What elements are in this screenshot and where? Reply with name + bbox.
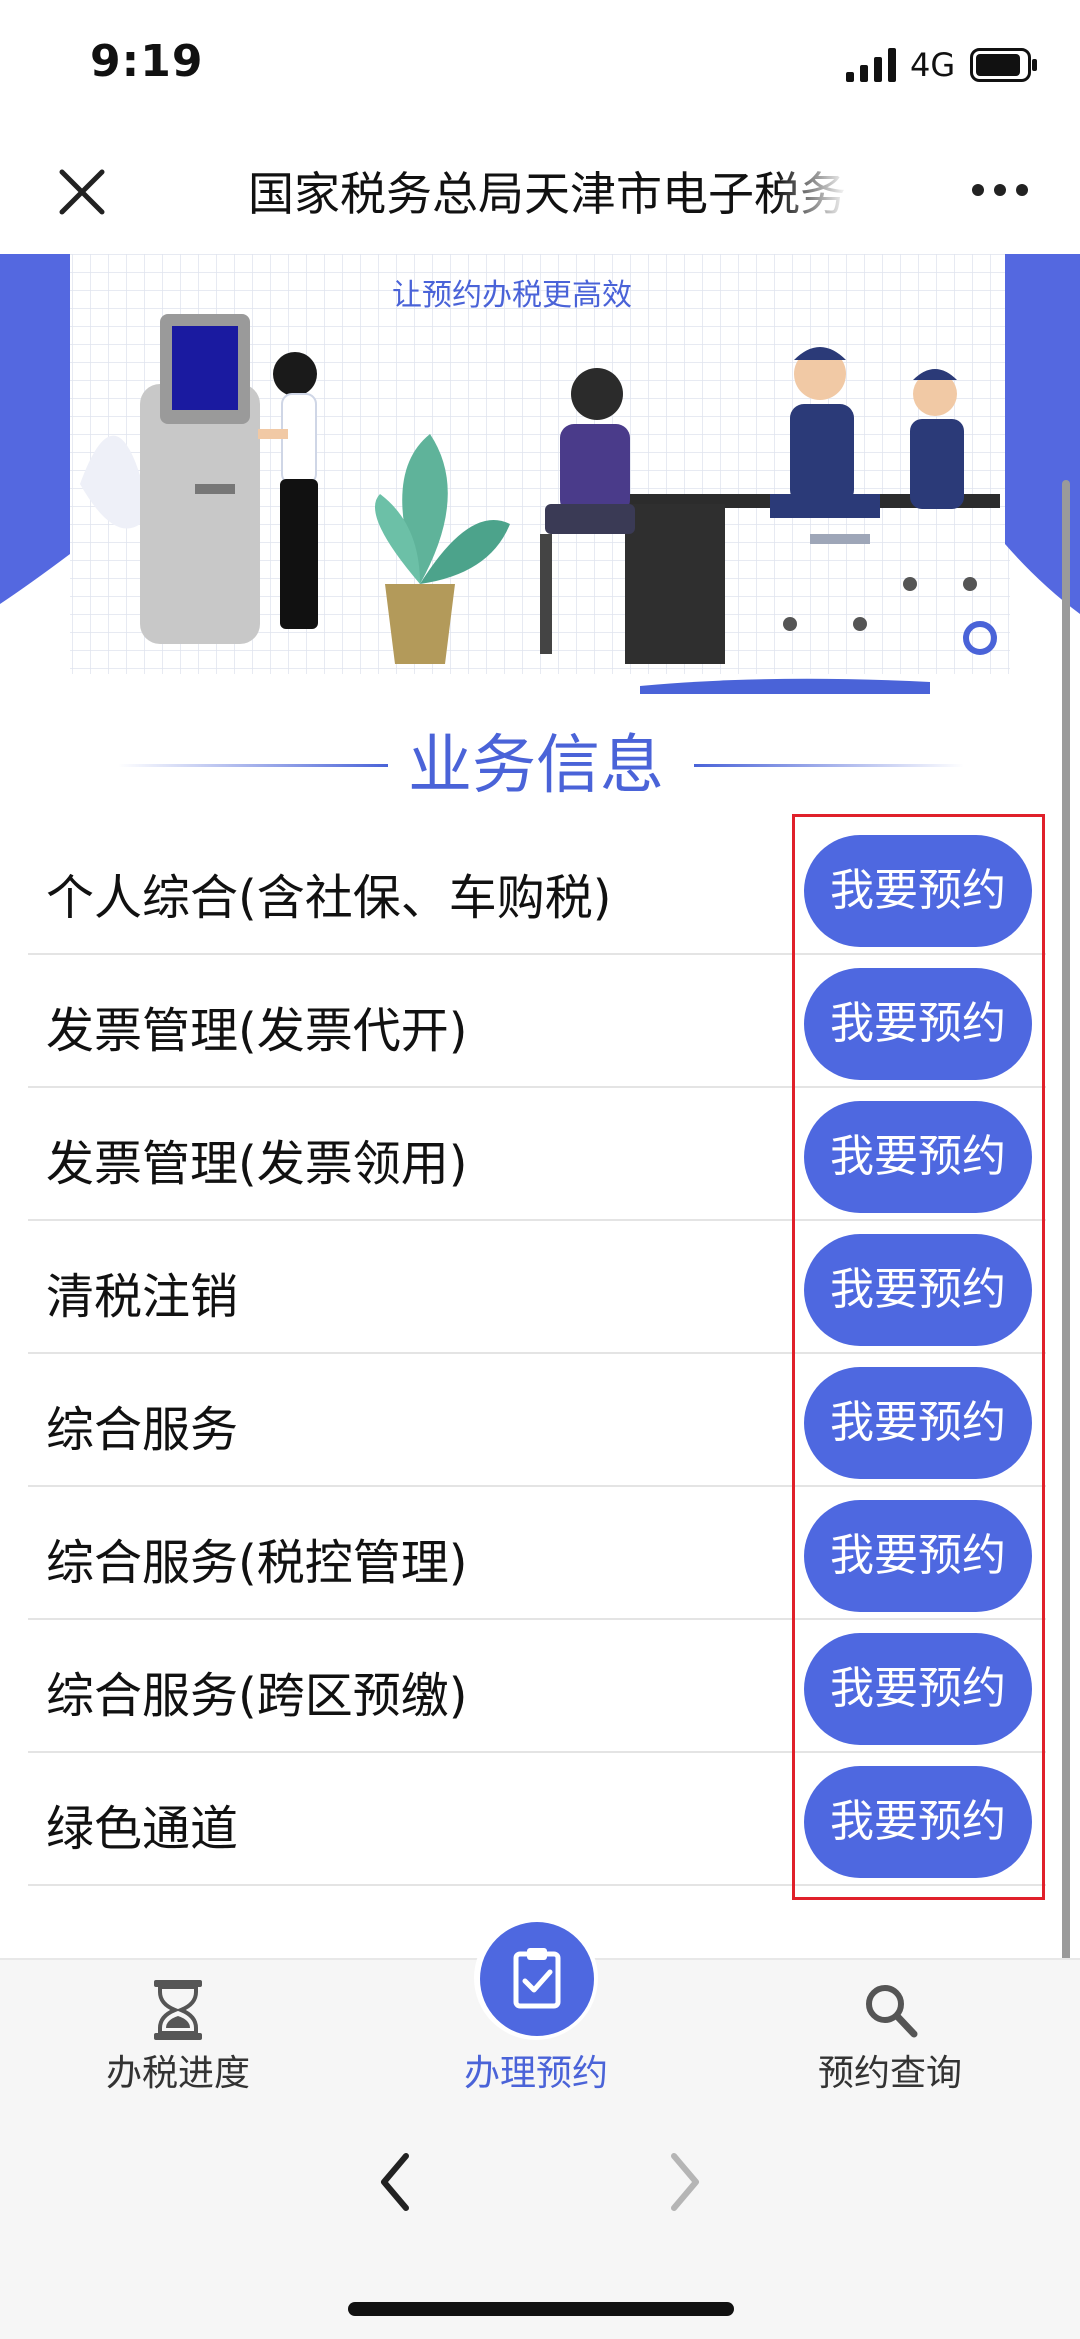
- more-icon[interactable]: [970, 178, 1030, 202]
- close-icon[interactable]: [52, 162, 112, 222]
- service-label: 综合服务(税控管理): [46, 1535, 468, 1591]
- battery-icon: [970, 48, 1037, 82]
- service-label: 绿色通道: [46, 1801, 239, 1857]
- network-type: 4G: [910, 46, 956, 84]
- heading-divider-right: [694, 764, 964, 767]
- banner-caption: 让预约办税更高效: [392, 278, 632, 313]
- hourglass-icon: [154, 1980, 202, 2040]
- title-bar: 国家税务总局天津市电子税务局: [0, 130, 1080, 254]
- service-label: 清税注销: [46, 1269, 239, 1325]
- signal-icon: [846, 48, 896, 82]
- back-arrow-icon[interactable]: [370, 2142, 420, 2222]
- forward-arrow-icon[interactable]: [660, 2142, 710, 2222]
- section-title: 业务信息: [408, 729, 664, 803]
- banner-illustration: [0, 254, 1080, 694]
- page-title: 国家税务总局天津市电子税务局: [248, 167, 848, 221]
- tab-query[interactable]: 预约查询: [770, 1960, 1010, 2102]
- tab-progress[interactable]: 办税进度: [58, 1960, 298, 2102]
- search-icon: [866, 1985, 918, 2038]
- scrollbar[interactable]: [1062, 480, 1070, 2092]
- tab-label: 办税进度: [105, 2053, 250, 2094]
- highlight-box: [792, 814, 1045, 1900]
- service-label: 综合服务: [46, 1402, 239, 1458]
- tab-label: 预约查询: [817, 2053, 962, 2094]
- browser-toolbar: [0, 2100, 1080, 2339]
- section-heading: 业务信息: [0, 704, 1080, 804]
- status-time: 9:19: [90, 36, 204, 87]
- service-label: 综合服务(跨区预缴): [46, 1668, 468, 1724]
- clipboard-check-icon: [513, 1948, 561, 2009]
- service-label: 发票管理(发票领用): [46, 1136, 468, 1192]
- tab-label: 办理预约: [463, 2053, 608, 2094]
- center-tab-button[interactable]: [480, 1922, 594, 2036]
- home-indicator: [348, 2302, 734, 2316]
- status-bar: 9:19 4G: [0, 0, 1080, 130]
- service-label: 发票管理(发票代开): [46, 1003, 468, 1059]
- service-label: 个人综合(含社保、车购税): [46, 870, 612, 926]
- banner: 让预约办税更高效: [0, 254, 1080, 694]
